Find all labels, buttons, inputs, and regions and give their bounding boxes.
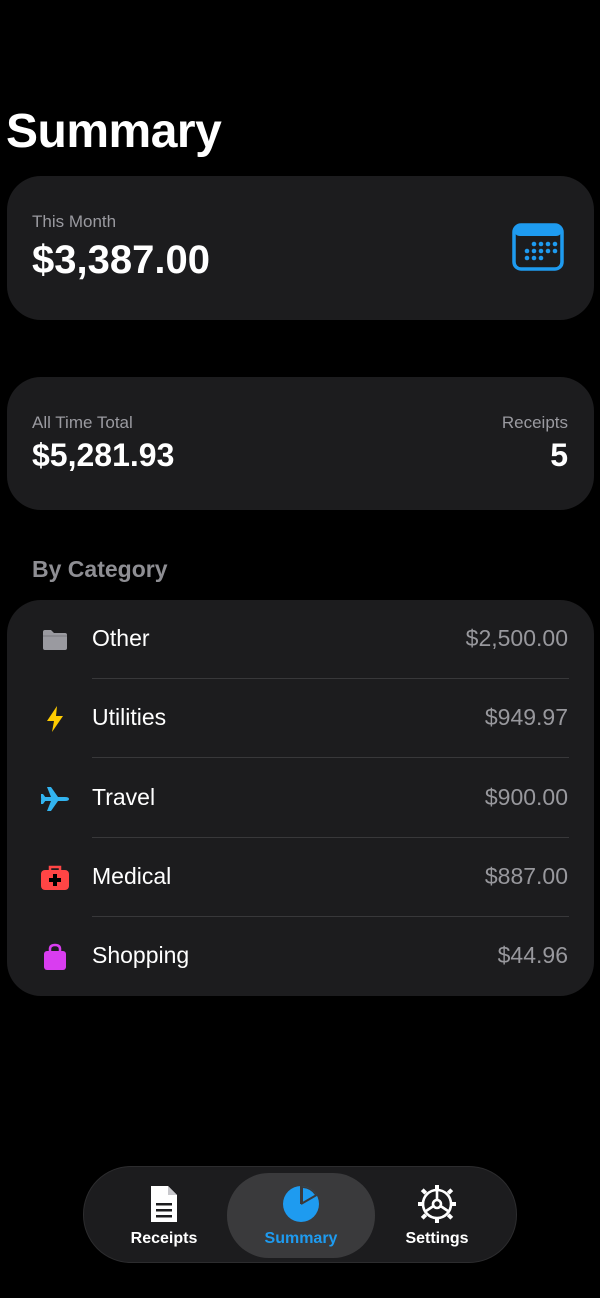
tab-summary[interactable]: Summary xyxy=(227,1173,375,1258)
category-amount: $900.00 xyxy=(484,784,568,810)
category-row-travel[interactable]: Travel $900.00 xyxy=(7,759,594,838)
tab-bar: Receipts Summary Settings xyxy=(83,1166,517,1263)
category-amount: $949.97 xyxy=(484,704,568,730)
category-name: Travel xyxy=(92,784,156,810)
gear-icon xyxy=(418,1185,456,1223)
category-row-medical[interactable]: Medical $887.00 xyxy=(7,838,594,917)
category-amount: $887.00 xyxy=(484,863,568,889)
category-name: Utilities xyxy=(92,704,167,730)
all-time-value: $5,281.93 xyxy=(32,437,175,473)
category-list: Other $2,500.00 Utilities $949.97 Travel… xyxy=(7,600,594,996)
category-name: Other xyxy=(92,625,150,651)
receipts-count-value: 5 xyxy=(550,437,568,473)
shopping-bag-icon xyxy=(44,943,66,970)
calendar-icon[interactable] xyxy=(512,223,564,271)
category-row-utilities[interactable]: Utilities $949.97 xyxy=(7,679,594,758)
receipts-count-label: Receipts xyxy=(501,413,568,432)
page-title: Summary xyxy=(6,105,222,158)
tab-label: Summary xyxy=(264,1230,338,1247)
bolt-icon xyxy=(47,706,63,732)
tab-label: Settings xyxy=(405,1230,469,1247)
medical-kit-icon xyxy=(41,865,69,890)
airplane-icon xyxy=(41,787,69,811)
all-time-label: All Time Total xyxy=(32,413,133,432)
pie-chart-icon xyxy=(283,1186,319,1222)
this-month-label: This Month xyxy=(32,212,117,231)
category-name: Shopping xyxy=(92,942,190,968)
category-amount: $2,500.00 xyxy=(465,625,568,651)
category-row-other[interactable]: Other $2,500.00 xyxy=(7,600,594,679)
this-month-value: $3,387.00 xyxy=(32,238,210,282)
row-divider xyxy=(92,757,569,758)
tab-settings[interactable]: Settings xyxy=(363,1173,511,1258)
by-category-heading: By Category xyxy=(32,556,168,582)
this-month-card: This Month $3,387.00 xyxy=(7,176,594,320)
tab-receipts[interactable]: Receipts xyxy=(90,1173,238,1258)
tab-label: Receipts xyxy=(130,1230,198,1247)
category-name: Medical xyxy=(92,863,172,889)
folder-icon xyxy=(43,630,67,650)
all-time-card: All Time Total $5,281.93 Receipts 5 xyxy=(7,377,594,510)
category-amount: $44.96 xyxy=(497,942,568,968)
document-icon xyxy=(151,1186,177,1222)
category-row-shopping[interactable]: Shopping $44.96 xyxy=(7,917,594,996)
